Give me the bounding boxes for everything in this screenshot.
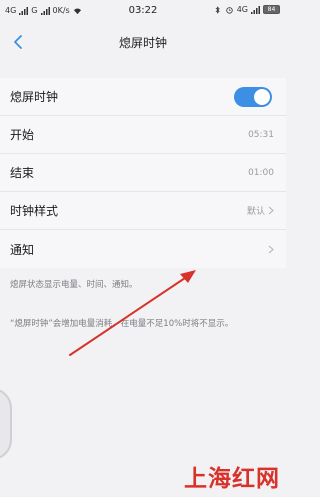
status-right: 4G 84 — [213, 5, 280, 14]
setting-label-aod-clock: 熄屏时钟 — [10, 90, 59, 104]
end-time-text: 01:00 — [248, 167, 274, 178]
setting-value-clock-style: 默认 — [247, 204, 274, 217]
bluetooth-icon — [215, 5, 220, 14]
setting-row-notification[interactable]: 通知 — [0, 230, 286, 268]
toggle-knob — [254, 89, 270, 105]
description-power: “熄屏时钟”会增加电量消耗，在电量不足10%时将不显示。 — [10, 319, 234, 329]
page-title: 熄屏时钟 — [118, 36, 167, 50]
chevron-right-icon — [268, 206, 274, 215]
setting-value-end: 01:00 — [248, 168, 274, 178]
setting-label-clock-style: 时钟样式 — [10, 204, 59, 218]
battery-icon: 84 — [263, 5, 280, 14]
device-edge-decoration — [0, 388, 12, 460]
setting-row-aod-clock[interactable]: 熄屏时钟 — [0, 78, 286, 116]
start-time-text: 05:31 — [248, 129, 274, 140]
watermark: 上海红网 — [184, 465, 280, 492]
setting-label-end: 结束 — [10, 166, 35, 180]
setting-row-clock-style[interactable]: 时钟样式 默认 — [0, 192, 286, 230]
aod-clock-toggle[interactable] — [234, 87, 272, 107]
setting-value-start: 05:31 — [248, 130, 274, 140]
description-status: 熄屏状态显示电量、时间、通知。 — [10, 280, 138, 290]
nav-bar: 熄屏时钟 — [0, 22, 286, 62]
settings-group: 熄屏时钟 开始 05:31 结束 01:00 时钟样式 默认 通知 — [0, 78, 286, 268]
setting-label-start: 开始 — [10, 128, 35, 142]
status-bar: 4G G 0K/s 03:22 4G 84 — [0, 0, 286, 22]
setting-label-notification: 通知 — [10, 242, 35, 257]
alarm-icon — [226, 6, 233, 14]
setting-row-start[interactable]: 开始 05:31 — [0, 116, 286, 154]
clock-style-text: 默认 — [246, 207, 265, 217]
signal-icon-right — [251, 5, 260, 14]
chevron-right-icon — [268, 245, 274, 253]
setting-row-end[interactable]: 结束 01:00 — [0, 154, 286, 192]
network-type-right: 4G — [236, 5, 248, 14]
setting-value-notification — [268, 245, 274, 254]
battery-level: 84 — [267, 6, 276, 13]
